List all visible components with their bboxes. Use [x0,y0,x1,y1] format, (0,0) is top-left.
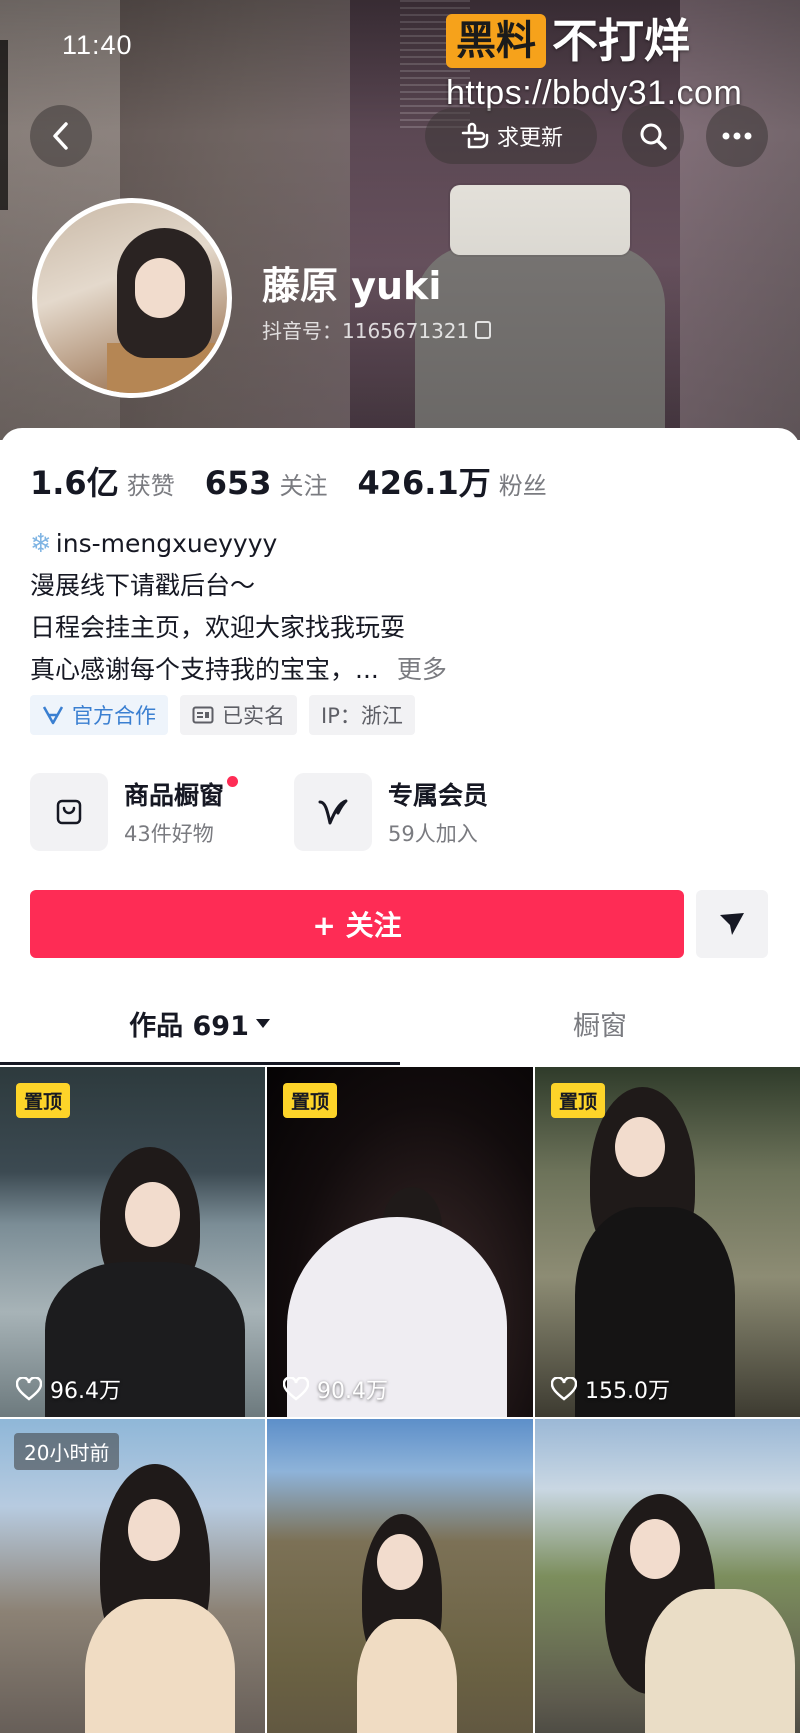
back-button[interactable] [30,105,92,167]
thumb-face [615,1117,665,1177]
tag-ip-location: IP：浙江 [309,695,415,735]
video-thumbnail[interactable] [535,1419,800,1733]
heart-icon [283,1377,309,1401]
membership-v-icon [294,773,372,851]
stat-followers[interactable]: 426.1万 粉丝 [358,458,547,504]
profile-tags: 官方合作 已实名 IP：浙江 [30,695,415,735]
service-title: 商品橱窗 [124,776,239,812]
avatar-face [135,258,185,318]
video-thumbnail[interactable]: 置顶 90.4万 [267,1067,533,1417]
chevron-left-icon [53,122,68,150]
share-button[interactable] [696,890,768,958]
tag-label: 已实名 [222,704,285,728]
more-button[interactable] [706,105,768,167]
likes-text: 90.4万 [317,1379,388,1404]
watermark-text: 不打烊 [552,14,690,68]
bio-text: ins-mengxueyyyy [55,529,278,558]
thumb-body [85,1599,235,1733]
bio-text: 漫展线下请戳后台～ [30,571,256,600]
tag-label: IP：浙江 [321,704,403,728]
tab-label: 橱窗 [573,1010,627,1042]
bio-text: 日程会挂主页，欢迎大家找我玩耍 [30,613,406,642]
stat-label: 获赞 [126,472,175,500]
status-time: 11:40 [62,30,133,60]
video-grid: 置顶 96.4万 置顶 90.4万 置顶 155.0万 20小时前 [0,1067,800,1733]
id-card-icon [192,706,214,724]
video-thumbnail[interactable] [267,1419,533,1733]
send-arrow-icon [720,913,744,935]
tag-official-partner[interactable]: 官方合作 [30,695,168,735]
membership-entry[interactable]: 专属会员 59人加入 [294,773,524,851]
douyin-id-text: 抖音号：1165671321 [262,319,470,343]
bio-text: 真心感谢每个支持我的宝宝，... [30,655,379,684]
shopping-bag-icon [30,773,108,851]
caret-down-icon [255,1019,270,1028]
stat-label: 关注 [279,472,328,500]
video-thumbnail[interactable]: 20小时前 [0,1419,265,1733]
profile-name: 藤原 yuki [262,264,442,308]
video-thumbnail[interactable]: 置顶 96.4万 [0,1067,265,1417]
bio-line: ❄ ins-mengxueyyyy [30,523,770,565]
likes-count: 96.4万 [16,1373,121,1405]
heart-icon [16,1377,42,1401]
likes-count: 90.4万 [283,1373,388,1405]
thumb-face [377,1534,423,1590]
shop-window-entry[interactable]: 商品橱窗 43件好物 [30,773,260,851]
tab-showcase[interactable]: 橱窗 [400,988,800,1058]
bio-line: 日程会挂主页，欢迎大家找我玩耍 [30,607,770,649]
thumb-body [645,1589,795,1733]
stat-likes[interactable]: 1.6亿 获赞 [30,458,175,504]
bio[interactable]: ❄ ins-mengxueyyyy 漫展线下请戳后台～ 日程会挂主页，欢迎大家找… [30,523,770,691]
official-partner-icon [42,706,64,725]
video-thumbnail[interactable]: 置顶 155.0万 [535,1067,800,1417]
watermark: 黑料 不打烊 https://bbdy31.com [446,14,742,113]
tab-label: 作品 691 [129,1010,249,1042]
tag-label: 官方合作 [72,704,156,728]
avatar[interactable] [32,198,232,398]
stat-following[interactable]: 653 关注 [205,464,328,502]
content-tabs: 作品 691 橱窗 [0,988,800,1058]
bio-line: 漫展线下请戳后台～ [30,565,770,607]
search-button[interactable] [622,105,684,167]
stats-row: 1.6亿 获赞 653 关注 426.1万 粉丝 [30,458,547,504]
follow-button[interactable]: + 关注 [30,890,684,958]
pinned-badge: 置顶 [283,1083,338,1118]
tag-verified-name[interactable]: 已实名 [180,695,297,735]
thumb-body [357,1619,457,1733]
heart-icon [551,1377,577,1401]
stat-value: 653 [204,464,272,502]
stat-value: 1.6亿 [30,464,119,502]
services-row: 商品橱窗 43件好物 专属会员 59人加入 [30,773,524,851]
likes-text: 96.4万 [50,1379,121,1404]
bio-more-link[interactable]: 更多 [397,649,447,691]
douyin-id[interactable]: 抖音号：1165671321 [262,315,492,344]
tab-works[interactable]: 作品 691 [0,988,400,1058]
request-update-label: 求更新 [496,126,563,151]
thumb-face [630,1519,680,1579]
service-subtitle: 59人加入 [388,822,478,846]
bio-line: 真心感谢每个支持我的宝宝，... 更多 [30,649,770,691]
snowflake-icon: ❄ [30,529,52,559]
copy-icon[interactable] [475,320,492,339]
likes-count: 155.0万 [551,1373,670,1405]
thumb-face [128,1499,180,1561]
service-title-text: 商品橱窗 [124,781,225,810]
pointing-hand-icon [461,122,489,149]
stat-value: 426.1万 [357,464,491,502]
pinned-badge: 置顶 [551,1083,606,1118]
stat-label: 粉丝 [498,472,547,500]
request-update-button[interactable]: 求更新 [425,108,597,164]
watermark-badge: 黑料 [446,14,546,68]
posted-time-badge: 20小时前 [14,1433,120,1470]
tab-underline [0,1062,400,1065]
profile-card: 1.6亿 获赞 653 关注 426.1万 粉丝 ❄ ins-mengxueyy… [0,428,800,1733]
more-dots-icon [722,132,752,140]
pinned-badge: 置顶 [16,1083,71,1118]
service-subtitle: 43件好物 [124,822,214,846]
likes-text: 155.0万 [585,1379,670,1404]
notification-dot [227,776,239,787]
search-icon [640,123,667,150]
service-title: 专属会员 [388,781,489,810]
thumb-face [125,1182,180,1247]
